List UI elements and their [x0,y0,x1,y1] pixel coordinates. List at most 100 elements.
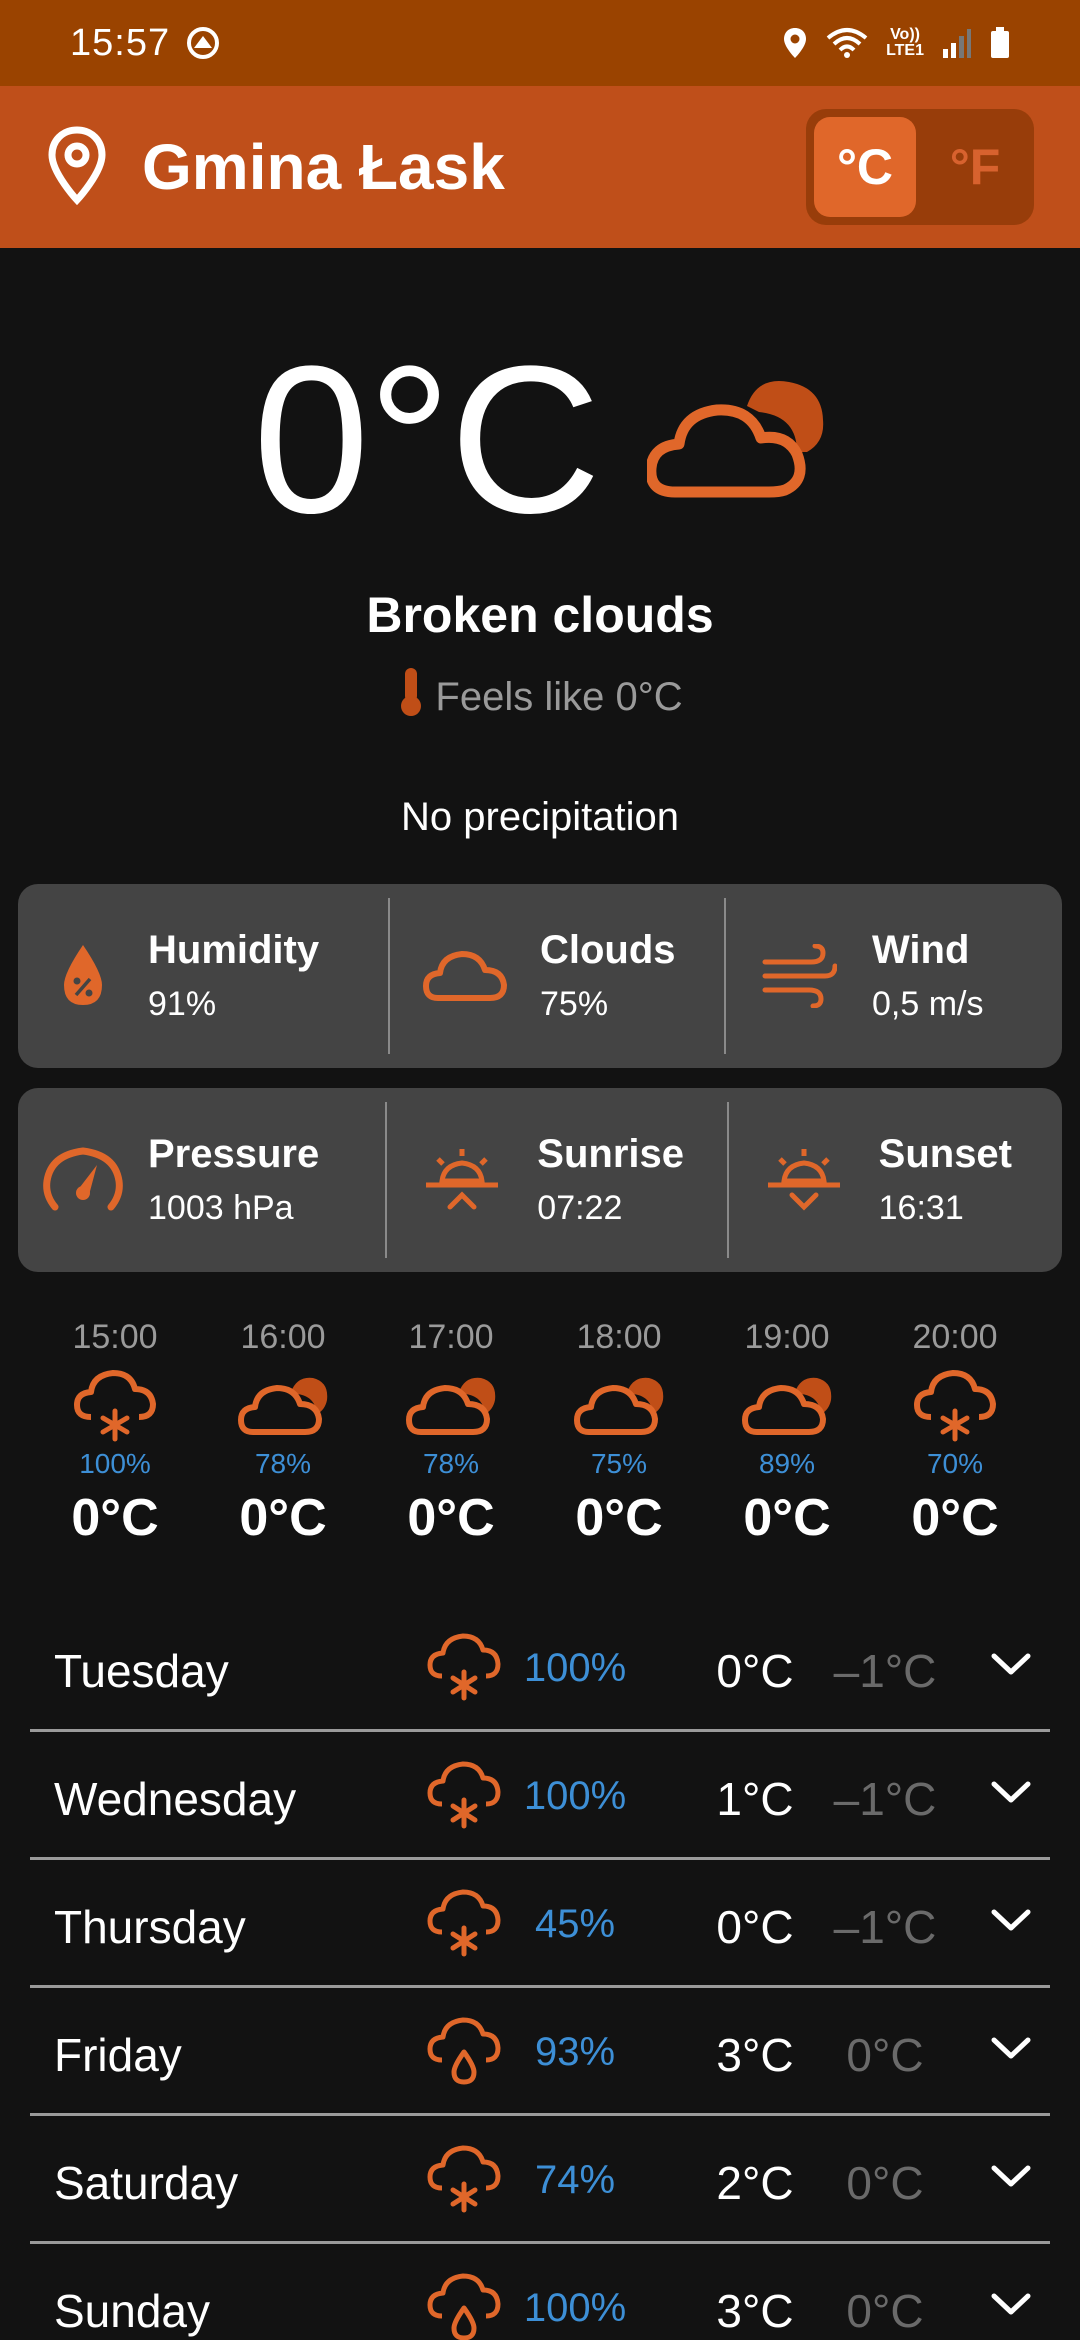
daily-forecast: Tuesday 100% 0°C –1°C Wednesday 100% 1°C… [30,1604,1050,2340]
day-name: Saturday [54,2157,239,2209]
city-name[interactable]: Gmina Łask [142,130,505,204]
sunrise-icon [387,1147,537,1213]
volte-indicator: Vo)) LTE1 [886,27,924,59]
chevron-down-icon[interactable] [990,2162,1032,2195]
day-row-saturday[interactable]: Saturday 74% 2°C 0°C [30,2116,1050,2244]
hour-time: 15:00 [72,1318,158,1356]
pressure-gauge-icon [18,1147,148,1213]
hour-item[interactable]: 20:00 70% 0°C [871,1318,1039,1548]
feels-like: Feels like 0°C [0,666,1080,728]
day-row-friday[interactable]: Friday 93% 3°C 0°C [30,1988,1050,2116]
hour-temperature: 0°C [743,1489,831,1547]
celsius-button[interactable]: °C [814,117,916,217]
day-min-temp: –1°C [833,1773,937,1825]
hourly-forecast: 15:00 100% 0°C 16:00 78% 0°C 17:00 78% 0… [0,1318,1080,1568]
hour-temperature: 0°C [407,1489,495,1547]
humidity-title: Humidity [148,928,320,972]
precipitation-text: No precipitation [401,795,679,839]
battery-icon [990,27,1010,59]
day-name: Friday [54,2029,182,2081]
sunset-icon [729,1147,879,1213]
day-max-temp: 0°C [716,1645,794,1697]
sunrise-cell: Sunrise 07:22 [387,1088,726,1272]
hour-item[interactable]: 16:00 78% 0°C [199,1318,367,1548]
sunset-title: Sunset [878,1132,1012,1176]
day-max-temp: 3°C [716,2285,794,2337]
location-pin-icon[interactable] [46,125,108,210]
day-name: Thursday [54,1901,246,1953]
status-time: 15:57 [70,21,171,64]
chevron-down-icon[interactable] [990,1650,1032,1683]
day-name: Wednesday [54,1773,297,1825]
rain-cloud-icon [426,2016,502,2091]
day-row-tuesday[interactable]: Tuesday 100% 0°C –1°C [30,1604,1050,1732]
wind-cell: Wind 0,5 m/s [726,884,1062,1068]
hour-item[interactable]: 18:00 75% 0°C [535,1318,703,1548]
cloud-icon [390,948,540,1004]
day-precip-percent: 100% [523,1774,627,1818]
hour-temperature: 0°C [575,1489,663,1547]
day-precip-percent: 45% [534,1902,616,1946]
hour-time: 19:00 [744,1318,830,1356]
hour-time: 20:00 [912,1318,998,1356]
pressure-value: 1003 hPa [148,1189,294,1227]
feels-like-text: Feels like 0°C [435,674,683,719]
snow-cloud-icon [426,2144,502,2219]
day-min-temp: 0°C [846,2029,924,2081]
humidity-icon [18,943,148,1009]
chevron-down-icon[interactable] [990,1778,1032,1811]
hour-precip-percent: 100% [79,1448,151,1479]
day-max-temp: 1°C [716,1773,794,1825]
day-row-wednesday[interactable]: Wednesday 100% 1°C –1°C [30,1732,1050,1860]
chevron-down-icon[interactable] [990,2290,1032,2323]
hour-item[interactable]: 15:00 100% 0°C [31,1318,199,1548]
snow-cloud-icon [73,1364,157,1448]
broken-clouds-icon [645,376,827,505]
day-max-temp: 3°C [716,2029,794,2081]
hour-precip-percent: 89% [758,1448,816,1479]
location-status-icon [782,26,808,60]
sunrise-value: 07:22 [537,1189,623,1227]
day-max-temp: 2°C [716,2157,794,2209]
day-row-sunday[interactable]: Sunday 100% 3°C 0°C [30,2244,1050,2340]
condition-text: Broken clouds [366,587,714,643]
hour-precip-percent: 70% [926,1448,984,1479]
thermometer-icon [397,666,425,728]
wind-title: Wind [872,928,970,972]
clouds-cell: Clouds 75% [390,884,724,1068]
wifi-icon [826,26,868,60]
unit-toggle: °C °F [806,109,1034,225]
hour-precip-percent: 78% [422,1448,480,1479]
status-bar: 15:57 Vo)) LTE1 [0,0,1080,86]
sunset-cell: Sunset 16:31 [729,1088,1062,1272]
day-precip-percent: 100% [523,2286,627,2330]
fahrenheit-button[interactable]: °F [924,117,1026,217]
day-precip-percent: 74% [534,2158,616,2202]
app-bar: Gmina Łask °C °F [0,86,1080,248]
wind-value: 0,5 m/s [872,985,984,1023]
hour-time: 16:00 [240,1318,326,1356]
current-temperature: 0°C [252,322,601,557]
hour-temperature: 0°C [71,1489,159,1547]
chevron-down-icon[interactable] [990,2034,1032,2067]
day-row-thursday[interactable]: Thursday 45% 0°C –1°C [30,1860,1050,1988]
snow-cloud-icon [426,1632,502,1707]
hour-precip-percent: 78% [254,1448,312,1479]
hour-item[interactable]: 19:00 89% 0°C [703,1318,871,1548]
hour-item[interactable]: 17:00 78% 0°C [367,1318,535,1548]
pressure-title: Pressure [148,1132,320,1176]
broken-clouds-icon [237,1364,329,1448]
chevron-down-icon[interactable] [990,1906,1032,1939]
broken-clouds-icon [741,1364,833,1448]
day-precip-percent: 93% [534,2030,616,2074]
signal-icon [942,27,972,59]
day-max-temp: 0°C [716,1901,794,1953]
day-min-temp: –1°C [833,1645,937,1697]
day-name: Sunday [54,2285,211,2337]
pressure-cell: Pressure 1003 hPa [18,1088,385,1272]
hour-precip-percent: 75% [590,1448,648,1479]
volte-bottom-label: LTE1 [886,42,924,59]
hour-temperature: 0°C [239,1489,327,1547]
broken-clouds-icon [573,1364,665,1448]
details-card-2: Pressure 1003 hPa Sunrise 07:22 Sunset 1… [18,1088,1062,1272]
